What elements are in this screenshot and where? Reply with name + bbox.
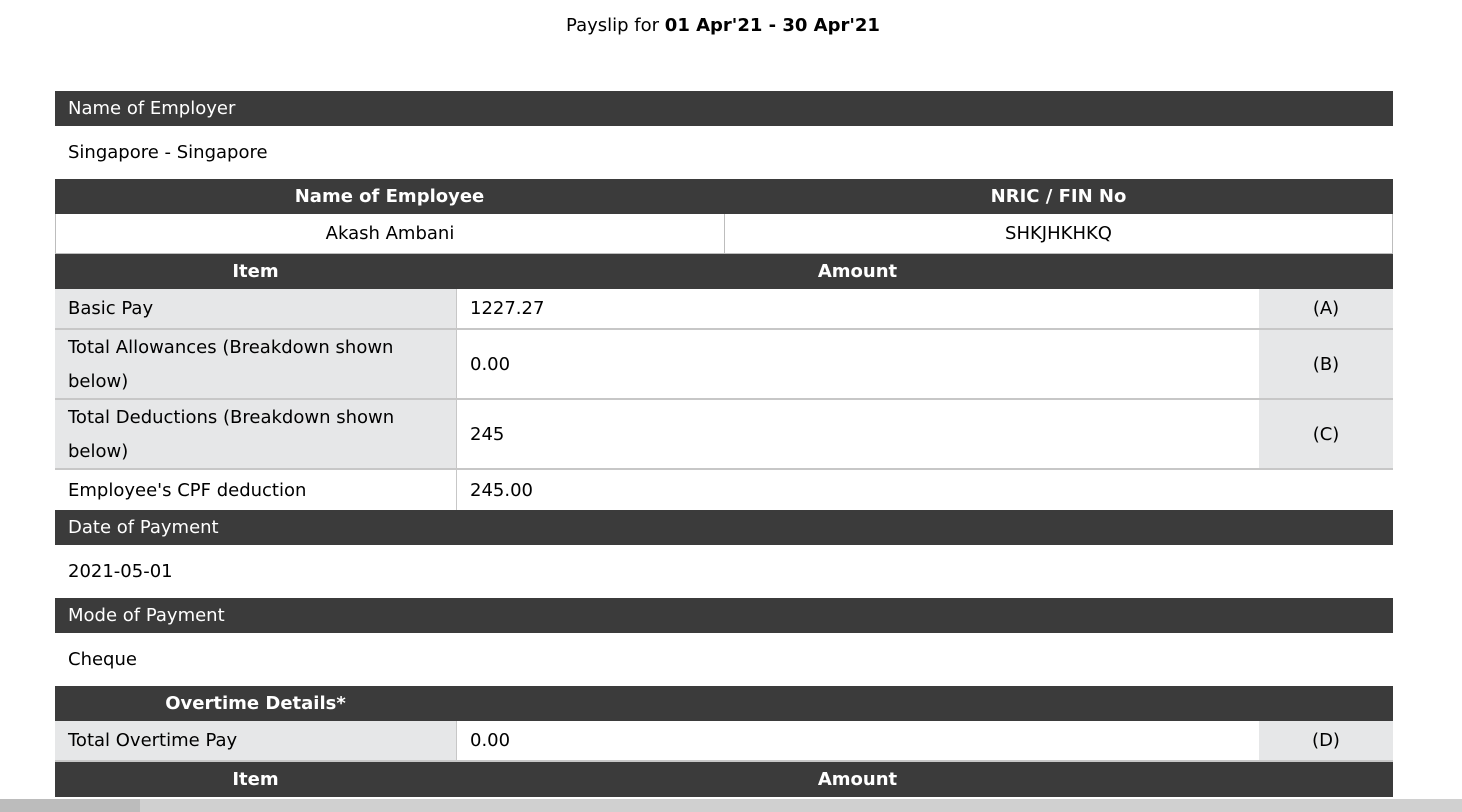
scrollbar-thumb[interactable]	[0, 799, 140, 812]
payment-date: 2021-05-01	[68, 561, 173, 582]
payslip-title-prefix: Payslip for	[566, 15, 660, 36]
item-column-header: Item	[232, 261, 279, 282]
row-label: Total Overtime Pay	[55, 721, 456, 760]
items-header-row: Item Amount	[55, 254, 1393, 289]
table-row-overtime: Total Overtime Pay 0.00 (D)	[55, 721, 1393, 762]
row-amount: 245.00	[456, 470, 1259, 510]
code-column-header-2	[1259, 762, 1393, 797]
table-row-allowances: Total Allowances (Breakdown shown below)…	[55, 330, 1393, 400]
amount-column-header-2: Amount	[817, 769, 898, 790]
item-column-header-2: Item	[232, 769, 279, 790]
payslip-period: 01 Apr'21 - 30 Apr'21	[664, 15, 880, 36]
employee-name-header: Name of Employee	[294, 186, 485, 207]
row-label-wrap: Total Allowances (Breakdown shown below)	[55, 330, 456, 398]
table-row-deductions: Total Deductions (Breakdown shown below)…	[55, 400, 1393, 470]
overtime-header-row: Overtime Details*	[55, 686, 1393, 721]
row-label: Total Deductions	[68, 407, 218, 428]
row-label-wrap: Total Deductions (Breakdown shown below)	[55, 400, 456, 468]
payslip-title: Payslip for 01 Apr'21 - 30 Apr'21	[0, 15, 1446, 36]
row-label: Employee's CPF deduction	[68, 479, 307, 501]
row-amount: 0.00	[456, 330, 1259, 398]
row-code: (D)	[1259, 721, 1393, 760]
overtime-header: Overtime Details*	[165, 693, 346, 714]
row-code: (B)	[1259, 330, 1393, 398]
row-amount: 245	[456, 400, 1259, 468]
horizontal-scrollbar[interactable]	[0, 799, 1462, 812]
nric-header: NRIC / FIN No	[990, 186, 1127, 207]
employee-row: Akash Ambani SHKJHKHKQ	[55, 214, 1393, 254]
amount-column-header: Amount	[817, 261, 898, 282]
employer-header: Name of Employer	[55, 91, 1393, 126]
payment-mode-header: Mode of Payment	[55, 598, 1393, 633]
row-code: (C)	[1259, 400, 1393, 468]
row-code: (A)	[1259, 289, 1393, 328]
payment-mode: Cheque	[68, 649, 137, 670]
items-header-row-2: Item Amount	[55, 762, 1393, 797]
employee-nric: SHKJHKHKQ	[724, 214, 1392, 253]
employee-header-row: Name of Employee NRIC / FIN No	[55, 179, 1393, 214]
employer-name: Singapore - Singapore	[68, 142, 268, 163]
overtime-header-spacer	[456, 686, 1259, 721]
overtime-header-spacer-2	[1259, 686, 1393, 721]
payslip-body: Name of Employer Singapore - Singapore N…	[55, 91, 1393, 797]
row-label: Basic Pay	[55, 289, 456, 328]
row-amount: 0.00	[456, 721, 1259, 760]
table-row-basic-pay: Basic Pay 1227.27 (A)	[55, 289, 1393, 330]
table-row-cpf: Employee's CPF deduction 245.00	[55, 470, 1393, 510]
payment-date-header: Date of Payment	[55, 510, 1393, 545]
row-amount: 1227.27	[456, 289, 1259, 328]
code-column-header	[1259, 254, 1393, 289]
row-code	[1259, 470, 1393, 510]
row-label: Total Allowances	[68, 337, 217, 358]
employee-name: Akash Ambani	[325, 223, 455, 244]
